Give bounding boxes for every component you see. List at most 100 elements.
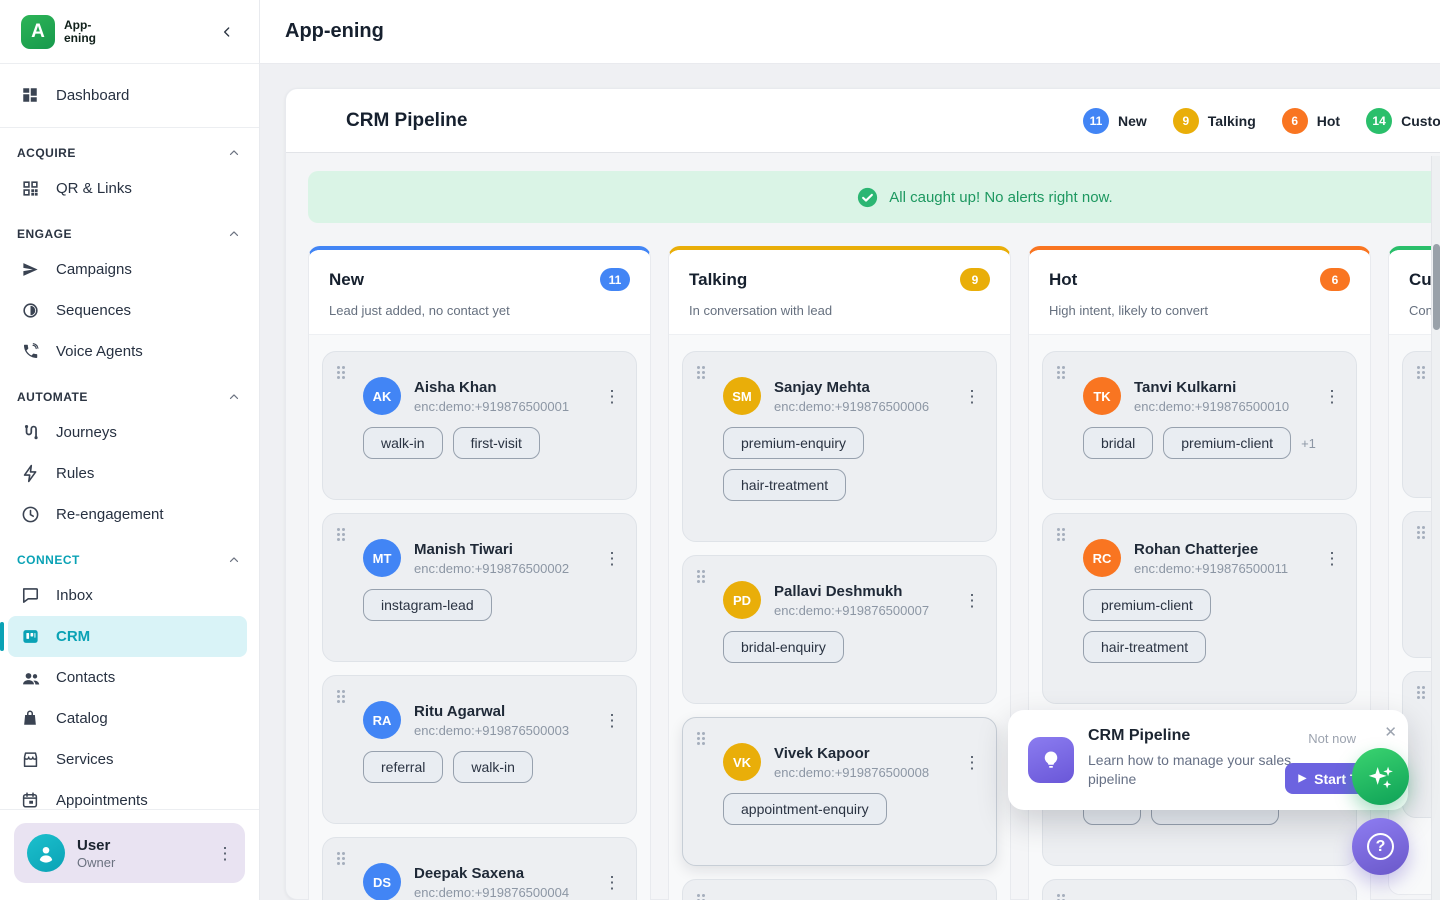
kanban-column-talking: Talking 9 In conversation with lead SM S… [668,246,1011,900]
lead-name: Sanjay Mehta [774,379,929,396]
tag-chip: walk-in [453,751,533,783]
lead-name: Manish Tiwari [414,541,569,558]
sidebar-section-acquire[interactable]: ACQUIRE [0,138,259,168]
sidebar-section-automate[interactable]: AUTOMATE [0,382,259,412]
lead-name: Aisha Khan [414,379,569,396]
user-menu-button[interactable] [215,845,235,862]
sidebar-section-label: CONNECT [17,553,80,567]
drag-handle-icon[interactable] [1417,366,1420,369]
tag-chip: premium-enquiry [723,427,864,459]
sidebar-nav: Dashboard ACQUIRE QR & Links ENGAGE Camp… [0,64,259,809]
sidebar-item-campaigns[interactable]: Campaigns [0,249,259,290]
sidebar-item-appointments[interactable]: Appointments [0,780,259,809]
sidebar-section-engage[interactable]: ENGAGE [0,219,259,249]
drag-handle-icon[interactable] [337,690,340,693]
tag-chip: premium-client [1163,427,1291,459]
sparkles-icon [1365,761,1397,793]
tag-chip: premium-client [1083,589,1211,621]
user-role: Owner [77,855,115,870]
lead-card[interactable]: MT Manish Tiwari enc:demo:+919876500002 … [322,513,637,662]
lead-card[interactable]: PD Pallavi Deshmukh enc:demo:+9198765000… [682,555,997,704]
tag-chip: hair-treatment [723,469,846,501]
sidebar-item-inbox[interactable]: Inbox [0,575,259,616]
lead-phone: enc:demo:+919876500006 [774,399,929,414]
card-menu-button[interactable] [602,712,622,729]
drag-handle-icon[interactable] [697,366,700,369]
lead-card[interactable]: RA Ritu Agarwal enc:demo:+919876500003 r… [322,675,637,824]
avatar: DS [363,863,401,900]
lead-name: Vivek Kapoor [774,745,929,762]
sidebar-item-sequences[interactable]: Sequences [0,290,259,331]
sidebar-item-journeys[interactable]: Journeys [0,412,259,453]
tag-chip: hair-treatment [1083,631,1206,663]
sidebar-item-dashboard[interactable]: Dashboard [0,75,259,116]
tag-list: premium-enquiry hair-treatment [723,427,973,501]
drag-handle-icon[interactable] [1417,686,1420,689]
avatar: TK [1083,377,1121,415]
drag-handle-icon[interactable] [697,894,700,897]
lead-card[interactable]: VK Vivek Kapoor enc:demo:+919876500008 a… [682,717,997,866]
qr-icon [21,179,41,199]
drag-handle-icon[interactable] [337,852,340,855]
card-menu-button[interactable] [602,550,622,567]
drag-handle-icon[interactable] [1057,528,1060,531]
sidebar-item-re-engagement[interactable]: Re-engagement [0,494,259,535]
lead-card[interactable]: AK Amit Kumar [1042,879,1357,900]
card-menu-button[interactable] [962,388,982,405]
alert-banner: All caught up! No alerts right now. [308,171,1440,223]
card-menu-button[interactable] [962,592,982,609]
sidebar-item-catalog[interactable]: Catalog [0,698,259,739]
tag-list: premium-client hair-treatment [1083,589,1333,663]
card-menu-button[interactable] [962,754,982,771]
tour-popup: CRM Pipeline Learn how to manage your sa… [1008,710,1408,810]
column-title: Talking [689,270,747,290]
drag-handle-icon[interactable] [697,570,700,573]
user-meta: User Owner [77,837,115,870]
sidebar-item-label: Re-engagement [56,506,164,523]
sidebar-collapse-button[interactable] [215,20,239,44]
sidebar-item-voice-agents[interactable]: Voice Agents [0,331,259,372]
user-card[interactable]: User Owner [14,823,245,883]
sidebar-item-crm[interactable]: CRM [8,616,247,657]
ai-assistant-fab[interactable] [1352,748,1409,805]
card-menu-button[interactable] [602,388,622,405]
lead-phone: enc:demo:+919876500004 [414,885,569,900]
card-menu-button[interactable] [602,874,622,891]
chevron-up-icon [227,146,241,160]
lead-card[interactable]: AK Aisha Khan enc:demo:+919876500001 wal… [322,351,637,500]
help-fab[interactable] [1352,818,1409,875]
drag-handle-icon[interactable] [1057,366,1060,369]
lead-card[interactable]: SM Sanjay Mehta enc:demo:+919876500006 p… [682,351,997,542]
drag-handle-icon[interactable] [1417,526,1420,529]
sidebar-item-rules[interactable]: Rules [0,453,259,494]
lightbulb-icon [1028,737,1074,783]
column-title: Hot [1049,270,1077,290]
app-logo-icon: A [21,15,55,49]
lead-card[interactable]: DS Deepak Saxena enc:demo:+919876500004 [322,837,637,900]
sidebar-section-connect[interactable]: CONNECT [0,545,259,575]
lead-card[interactable]: RC Rohan Chatterjee enc:demo:+9198765000… [1042,513,1357,704]
lead-card[interactable]: NS Nandini Shetty [682,879,997,900]
scrollbar-thumb[interactable] [1433,244,1440,330]
sidebar-item-qr-links[interactable]: QR & Links [0,168,259,209]
sidebar-item-contacts[interactable]: Contacts [0,657,259,698]
drag-handle-icon[interactable] [337,528,340,531]
drag-handle-icon[interactable] [337,366,340,369]
avatar: RA [363,701,401,739]
column-body: SM Sanjay Mehta enc:demo:+919876500006 p… [669,334,1010,900]
close-icon[interactable] [1384,723,1397,741]
not-now-button[interactable]: Not now [1308,731,1356,746]
catalog-icon [21,709,41,729]
drag-handle-icon[interactable] [1057,894,1060,897]
card-menu-button[interactable] [1322,550,1342,567]
lead-card[interactable]: TK Tanvi Kulkarni enc:demo:+919876500010… [1042,351,1357,500]
sidebar-item-label: Rules [56,465,94,482]
page-title: App-ening [285,20,384,43]
inbox-icon [21,586,41,606]
sidebar: A App- ening Dashboard ACQUIRE QR & Link… [0,0,260,900]
drag-handle-icon[interactable] [697,732,700,735]
card-menu-button[interactable] [1322,388,1342,405]
lead-phone: enc:demo:+919876500002 [414,561,569,576]
sidebar-item-label: Inbox [56,587,93,604]
sidebar-item-services[interactable]: Services [0,739,259,780]
